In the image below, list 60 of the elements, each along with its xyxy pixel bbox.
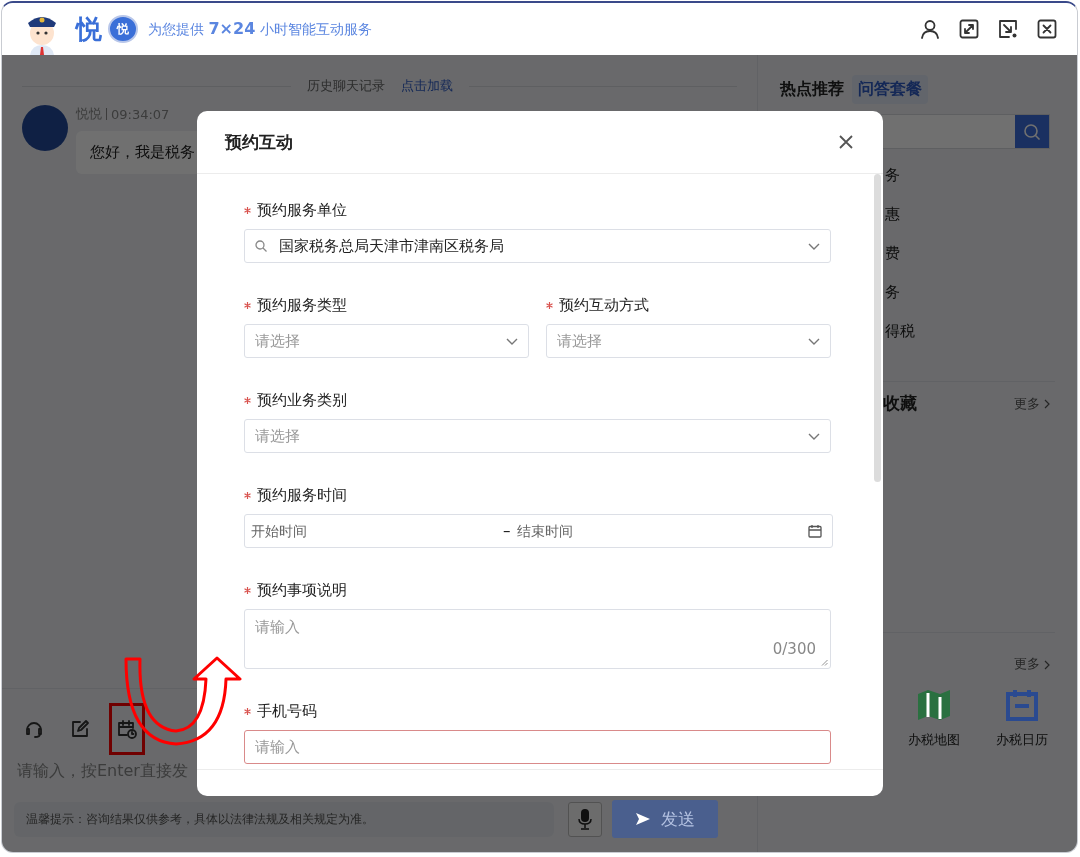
tip-text: 温馨提示：咨询结果仅供参考，具体以法律法规及相关规定为准。 [14, 801, 554, 837]
field-label: 预约业务类别 [257, 390, 347, 410]
microphone-icon [578, 808, 592, 830]
select-field[interactable]: 国家税务总局天津市津南区税务局 [244, 229, 831, 263]
more-link[interactable]: 更多 [1014, 394, 1050, 413]
chevron-right-icon [1044, 399, 1050, 409]
chevron-down-icon [808, 432, 820, 440]
chevron-down-icon [808, 242, 820, 250]
resize-handle-icon [821, 659, 828, 666]
tool-item[interactable]: 办税日历 [996, 689, 1048, 749]
search-button[interactable] [1015, 115, 1049, 148]
select-field[interactable]: 请选择 [244, 324, 529, 358]
end-date-field[interactable]: 结束时间 [516, 523, 757, 539]
select-field[interactable]: 请选择 [244, 419, 831, 453]
start-date-field[interactable]: 开始时间 [251, 523, 491, 539]
hot-topic-item[interactable]: 惠 [885, 205, 1055, 224]
edit-icon [70, 719, 90, 739]
user-icon[interactable] [920, 19, 940, 39]
microphone-button[interactable] [568, 801, 602, 837]
hot-topic-item[interactable]: 务 [885, 283, 1055, 302]
scrollbar[interactable] [874, 174, 881, 482]
textarea-field[interactable]: 请输入 0/300 [244, 609, 831, 669]
hot-topic-item[interactable]: 得税 [885, 322, 1055, 341]
expand-icon[interactable] [959, 19, 979, 39]
text-field[interactable]: 请输入 [244, 730, 831, 764]
range-separator: – [503, 522, 511, 540]
tool-item[interactable]: 办税地图 [908, 689, 960, 749]
chevron-down-icon [506, 337, 518, 345]
load-history-link[interactable]: 点击加载 [400, 77, 453, 95]
calendar-icon[interactable] [808, 524, 822, 538]
chevron-right-icon [1044, 659, 1050, 670]
history-label: 历史聊天记录 [306, 77, 385, 95]
calendar-clock-button[interactable] [109, 703, 145, 755]
field-label: 预约服务类型 [257, 295, 347, 315]
calendar-clock-icon [116, 718, 138, 740]
logo-text: 悦 [76, 12, 102, 46]
close-icon[interactable] [1037, 19, 1057, 39]
field-label: 预约事项说明 [257, 580, 347, 600]
headset-icon [24, 719, 44, 739]
chevron-down-icon [808, 337, 820, 345]
hot-topic-item[interactable]: 费 [885, 244, 1055, 263]
dialog-title: 预约互动 [225, 130, 293, 154]
field-label: 预约服务时间 [257, 485, 347, 505]
section-title: 收藏 [883, 392, 917, 415]
field-label: 预约互动方式 [559, 295, 649, 315]
more-link[interactable]: 更多 [1014, 655, 1050, 673]
panel-tab[interactable]: 问答套餐 [852, 75, 928, 104]
field-label: 手机号码 [257, 701, 317, 721]
close-icon[interactable] [839, 135, 853, 149]
field-label: 预约服务单位 [257, 200, 347, 220]
avatar [22, 105, 68, 151]
slogan-text: 为您提供 7×24 小时智能互动服务 [148, 19, 372, 39]
select-field[interactable]: 请选择 [546, 324, 831, 358]
hot-topic-item[interactable]: 务 [885, 166, 1055, 185]
send-icon [635, 812, 651, 826]
panel-tab[interactable]: 热点推荐 [778, 75, 846, 104]
shrink-icon[interactable] [998, 19, 1018, 39]
search-icon [1023, 122, 1041, 141]
character-counter: 0/300 [772, 640, 816, 658]
logo-badge: 悦 [108, 15, 138, 43]
